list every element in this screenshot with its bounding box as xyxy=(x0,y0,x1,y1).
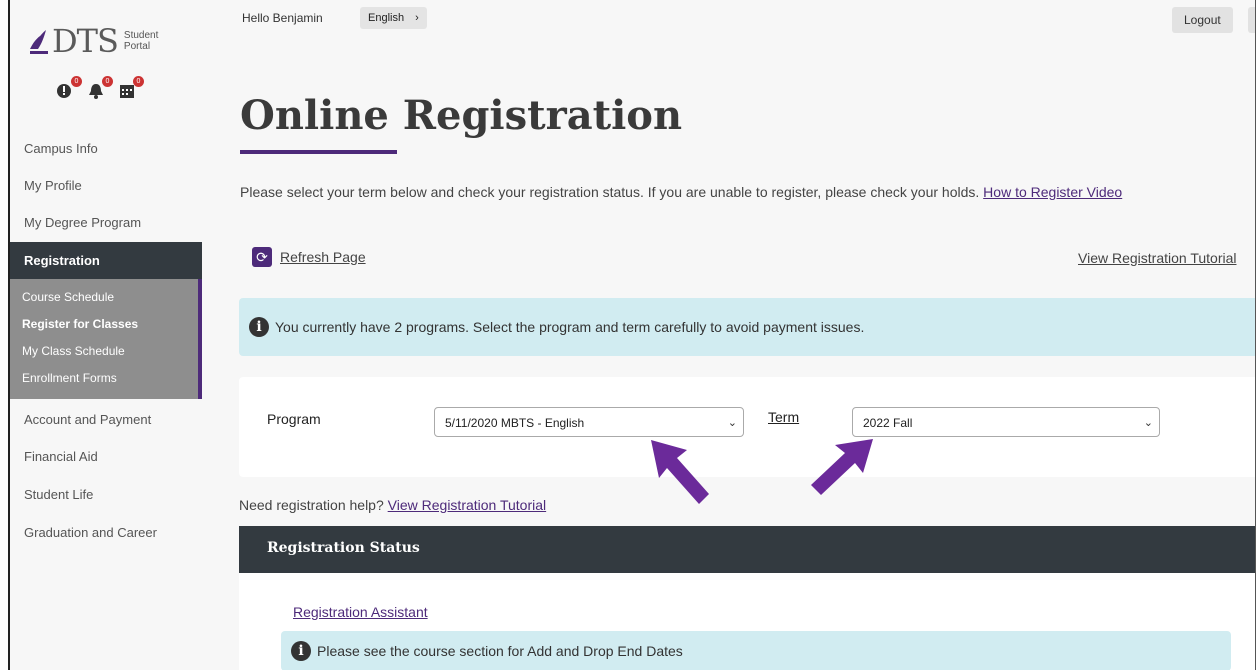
alert-icon[interactable]: 0 xyxy=(56,76,82,100)
how-to-register-video-link[interactable]: How to Register Video xyxy=(983,184,1122,200)
subnav-course-schedule[interactable]: Course Schedule xyxy=(22,290,114,304)
help-button[interactable]: H xyxy=(1248,7,1255,33)
subnav-register-for-classes[interactable]: Register for Classes xyxy=(22,317,138,331)
bell-icon[interactable]: 0 xyxy=(87,76,113,100)
view-registration-tutorial-link[interactable]: View Registration Tutorial xyxy=(1078,250,1236,266)
program-select[interactable]: 5/11/2020 MBTS - English ⌄ xyxy=(434,407,744,437)
term-label: Term xyxy=(768,409,800,425)
sidebar-item-my-profile[interactable]: My Profile xyxy=(10,178,202,193)
sidebar-item-account-and-payment[interactable]: Account and Payment xyxy=(10,412,202,427)
sidebar-item-my-degree-program[interactable]: My Degree Program xyxy=(10,215,202,230)
programs-alert: i You currently have 2 programs. Select … xyxy=(239,298,1255,356)
subnav-my-class-schedule[interactable]: My Class Schedule xyxy=(22,344,125,358)
info-icon: i xyxy=(291,641,311,661)
arrow-annotation-program xyxy=(651,440,709,504)
bell-badge: 0 xyxy=(102,76,113,87)
subnav-enrollment-forms[interactable]: Enrollment Forms xyxy=(22,371,117,385)
program-label: Program xyxy=(267,411,321,427)
program-term-card: Program 5/11/2020 MBTS - English ⌄ Term … xyxy=(239,377,1255,477)
programs-alert-text: You currently have 2 programs. Select th… xyxy=(275,319,865,335)
add-drop-alert-text: Please see the course section for Add an… xyxy=(317,643,683,659)
notification-icons: 0 0 0 xyxy=(56,76,144,100)
calendar-icon[interactable]: 0 xyxy=(118,76,144,100)
intro-text: Please select your term below and check … xyxy=(240,184,1122,200)
browser-frame: DTS Student Portal 0 0 0 Campus Info My … xyxy=(8,0,1256,670)
sidebar-item-student-life[interactable]: Student Life xyxy=(10,487,202,502)
logout-button[interactable]: Logout xyxy=(1172,7,1233,33)
arrow-annotation-term xyxy=(811,439,873,495)
calendar-badge: 0 xyxy=(133,76,144,87)
logo[interactable]: DTS Student Portal xyxy=(28,22,164,60)
logo-subtitle: Student Portal xyxy=(123,30,159,52)
language-label: English xyxy=(368,12,405,24)
registration-status-title: Registration Status xyxy=(267,540,420,556)
main-content: Online Registration Please select your t… xyxy=(202,40,1255,670)
chevron-down-icon: ⌄ xyxy=(727,417,737,429)
add-drop-alert: i Please see the course section for Add … xyxy=(281,631,1231,670)
logo-text: DTS xyxy=(52,22,119,60)
chevron-down-icon: ⌄ xyxy=(1143,417,1153,429)
refresh-icon: ⟳ xyxy=(252,247,272,267)
registration-status-header: Registration Status xyxy=(239,526,1255,573)
need-help-label: Need registration help? xyxy=(239,497,384,513)
dts-logo-icon xyxy=(30,30,48,54)
program-select-value: 5/11/2020 MBTS - English xyxy=(445,416,585,430)
need-help-text: Need registration help? View Registratio… xyxy=(239,497,546,513)
sidebar-item-graduation-and-career[interactable]: Graduation and Career xyxy=(10,525,202,540)
intro-body: Please select your term below and check … xyxy=(240,184,980,200)
language-button[interactable]: English › xyxy=(360,7,427,29)
sidebar-item-registration[interactable]: Registration xyxy=(10,242,202,279)
term-select[interactable]: 2022 Fall ⌄ xyxy=(852,407,1160,437)
chevron-right-icon: › xyxy=(415,12,419,24)
title-underline xyxy=(240,150,397,154)
refresh-page-label[interactable]: Refresh Page xyxy=(280,249,366,265)
term-select-value: 2022 Fall xyxy=(863,416,913,430)
registration-assistant-link[interactable]: Registration Assistant xyxy=(293,604,428,620)
sidebar-item-campus-info[interactable]: Campus Info xyxy=(10,141,202,156)
sidebar-item-financial-aid[interactable]: Financial Aid xyxy=(10,449,202,464)
registration-status-body: Registration Assistant i Please see the … xyxy=(239,573,1255,670)
greeting: Hello Benjamin xyxy=(242,11,323,25)
view-registration-tutorial-link-2[interactable]: View Registration Tutorial xyxy=(388,497,546,513)
refresh-page-link[interactable]: ⟳ Refresh Page xyxy=(252,247,366,267)
sidebar: DTS Student Portal 0 0 0 Campus Info My … xyxy=(10,0,203,670)
top-bar: Hello Benjamin English › Logout H xyxy=(202,0,1255,40)
info-icon: i xyxy=(249,317,269,337)
registration-submenu: Course Schedule Register for Classes My … xyxy=(10,279,202,399)
page-title: Online Registration xyxy=(240,92,683,139)
alert-badge: 0 xyxy=(71,76,82,87)
